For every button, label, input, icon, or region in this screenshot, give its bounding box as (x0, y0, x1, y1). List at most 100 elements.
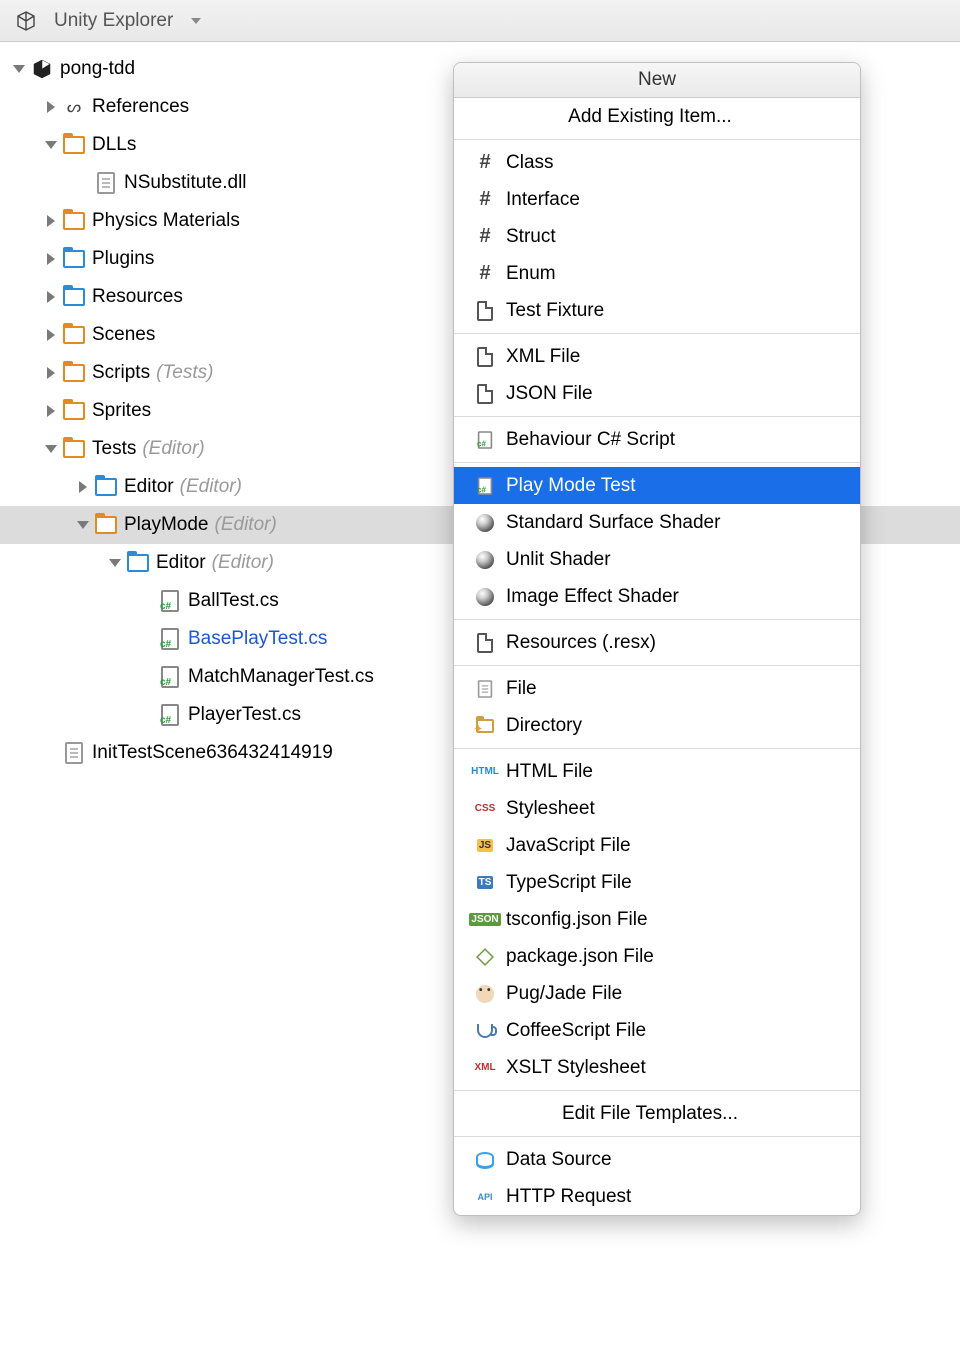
menu-separator (454, 416, 860, 417)
menu-enum[interactable]: #Enum (454, 255, 860, 292)
menu-struct[interactable]: #Struct (454, 218, 860, 255)
page-icon (474, 633, 496, 653)
menu-label: Stylesheet (506, 798, 595, 820)
shader-icon (474, 587, 496, 607)
menu-label: Edit File Templates... (562, 1103, 738, 1125)
disclosure-icon[interactable] (72, 521, 94, 529)
menu-label: Interface (506, 189, 580, 211)
menu-coffeescript-file[interactable]: CoffeeScript File (454, 1012, 860, 1049)
unity-logo-icon (14, 10, 38, 32)
tree-label: Scripts (92, 362, 150, 384)
folder-icon (62, 134, 86, 156)
menu-http-request[interactable]: API HTTP Request (454, 1178, 860, 1215)
menu-file[interactable]: File (454, 670, 860, 707)
hash-icon: # (474, 264, 496, 284)
menu-xslt-stylesheet[interactable]: XMLXSLT Stylesheet (454, 1049, 860, 1086)
file-icon (94, 172, 118, 194)
pug-icon (474, 984, 496, 1004)
menu-stylesheet[interactable]: CSSStylesheet (454, 790, 860, 827)
menu-data-source[interactable]: Data Source (454, 1141, 860, 1178)
disclosure-icon[interactable] (40, 445, 62, 453)
menu-label: XML File (506, 346, 580, 368)
menu-separator (454, 1090, 860, 1091)
hash-icon: # (474, 190, 496, 210)
dropdown-icon[interactable] (191, 18, 201, 24)
tree-label: PlayerTest.cs (188, 704, 301, 726)
disclosure-icon[interactable] (40, 141, 62, 149)
menu-typescript-file[interactable]: TSTypeScript File (454, 864, 860, 901)
disclosure-icon[interactable] (40, 329, 62, 341)
database-icon (474, 1150, 496, 1170)
menu-behaviour-script[interactable]: Behaviour C# Script (454, 421, 860, 458)
csharp-file-icon (474, 476, 496, 496)
menu-json-file[interactable]: JSON File (454, 375, 860, 412)
disclosure-icon[interactable] (40, 215, 62, 227)
menu-play-mode-test[interactable]: Play Mode Test (454, 467, 860, 504)
tree-label: Editor (156, 552, 206, 574)
folder-icon (62, 400, 86, 422)
file-icon (62, 742, 86, 764)
menu-label: tsconfig.json File (506, 909, 648, 931)
menu-separator (454, 748, 860, 749)
panel-header[interactable]: Unity Explorer (0, 0, 960, 42)
menu-directory[interactable]: Directory (454, 707, 860, 744)
menu-separator (454, 1136, 860, 1137)
menu-label: Unlit Shader (506, 549, 611, 571)
menu-interface[interactable]: # Interface (454, 181, 860, 218)
unity-project-icon (30, 58, 54, 80)
menu-test-fixture[interactable]: Test Fixture (454, 292, 860, 329)
disclosure-icon[interactable] (40, 253, 62, 265)
disclosure-icon[interactable] (40, 367, 62, 379)
disclosure-icon[interactable] (8, 65, 30, 73)
menu-image-effect-shader[interactable]: Image Effect Shader (454, 578, 860, 615)
menu-label: Image Effect Shader (506, 586, 679, 608)
menu-label: Class (506, 152, 554, 174)
menu-separator (454, 462, 860, 463)
csharp-file-icon (158, 590, 182, 612)
folder-icon (62, 438, 86, 460)
tree-label: DLLs (92, 134, 136, 156)
menu-standard-shader[interactable]: Standard Surface Shader (454, 504, 860, 541)
disclosure-icon[interactable] (104, 559, 126, 567)
menu-xml-file[interactable]: XML File (454, 338, 860, 375)
menu-label: Play Mode Test (506, 475, 636, 497)
tree-annotation: (Editor) (180, 476, 242, 498)
coffee-icon (474, 1021, 496, 1041)
menu-class[interactable]: # Class (454, 144, 860, 181)
csharp-file-icon (158, 666, 182, 688)
folder-resources-icon (62, 286, 86, 308)
api-icon: API (474, 1187, 496, 1207)
menu-label: Resources (.resx) (506, 632, 656, 654)
menu-unlit-shader[interactable]: Unlit Shader (454, 541, 860, 578)
menu-label: JSON File (506, 383, 593, 405)
menu-add-existing[interactable]: Add Existing Item... (454, 98, 860, 135)
disclosure-icon[interactable] (40, 101, 62, 113)
tree-label: Tests (92, 438, 136, 460)
menu-label: JavaScript File (506, 835, 631, 857)
hash-icon: # (474, 153, 496, 173)
disclosure-icon[interactable] (40, 291, 62, 303)
page-icon (474, 347, 496, 367)
menu-resx[interactable]: Resources (.resx) (454, 624, 860, 661)
menu-label: Test Fixture (506, 300, 604, 322)
folder-editor-icon (94, 476, 118, 498)
csharp-file-icon (474, 430, 496, 450)
menu-label: HTTP Request (506, 1186, 631, 1208)
menu-pug-file[interactable]: Pug/Jade File (454, 975, 860, 1012)
disclosure-icon[interactable] (40, 405, 62, 417)
menu-html-file[interactable]: HTMLHTML File (454, 753, 860, 790)
tree-annotation: (Editor) (215, 514, 277, 536)
menu-package-json-file[interactable]: package.json File (454, 938, 860, 975)
disclosure-icon[interactable] (72, 481, 94, 493)
tree-annotation: (Editor) (142, 438, 204, 460)
menu-edit-templates[interactable]: Edit File Templates... (454, 1095, 860, 1132)
tree-annotation: (Editor) (212, 552, 274, 574)
folder-icon (62, 324, 86, 346)
menu-tsconfig-file[interactable]: JSONtsconfig.json File (454, 901, 860, 938)
ts-file-icon: TS (474, 873, 496, 893)
hash-icon: # (474, 227, 496, 247)
tree-label: References (92, 96, 189, 118)
js-file-icon: JS (474, 836, 496, 856)
menu-javascript-file[interactable]: JS JavaScript File (454, 827, 860, 864)
folder-plugin-icon (62, 248, 86, 270)
